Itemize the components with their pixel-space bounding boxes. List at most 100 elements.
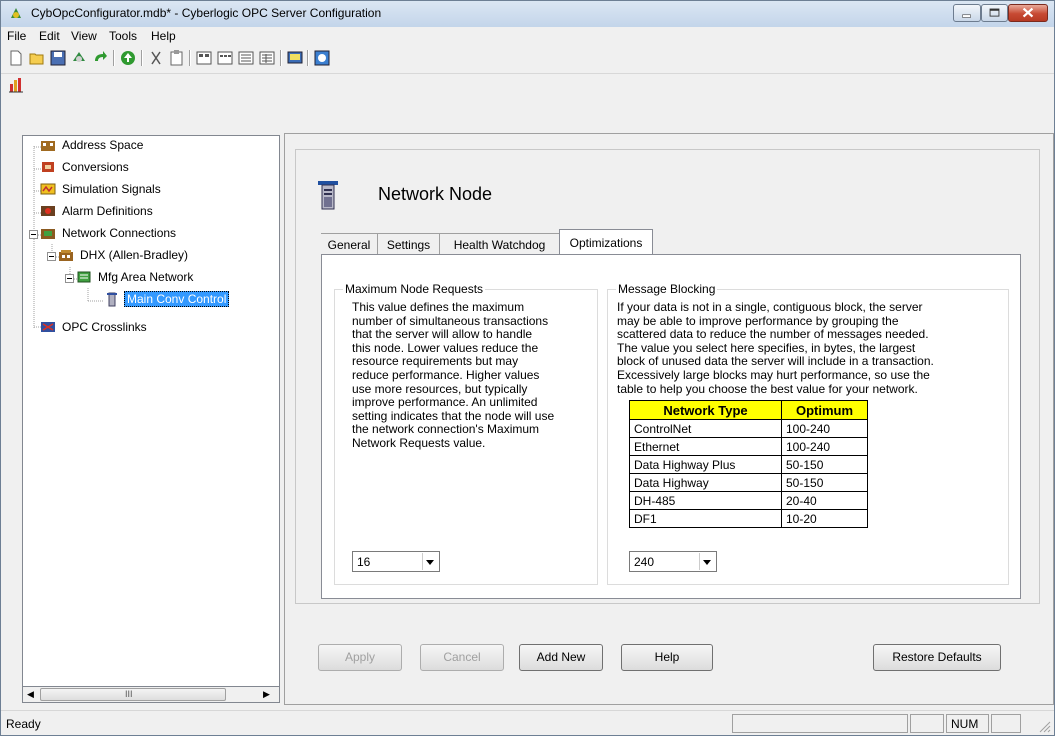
help-button[interactable]: Help <box>621 644 713 671</box>
expander-dhx[interactable] <box>47 252 56 261</box>
network-icon <box>77 271 91 283</box>
table-cell: 20-40 <box>781 491 868 510</box>
column-header: Optimum <box>781 400 868 420</box>
max-node-requests-description: This value defines the maximum number of… <box>352 300 555 450</box>
undo-icon[interactable] <box>91 49 109 67</box>
table-cell: Data Highway Plus <box>629 455 782 474</box>
view-list-icon[interactable] <box>237 49 255 67</box>
scroll-thumb[interactable]: III <box>40 688 226 701</box>
expander-mfg-area[interactable] <box>65 274 74 283</box>
table-cell: Data Highway <box>629 473 782 492</box>
table-cell: 100-240 <box>781 437 868 456</box>
add-new-button[interactable]: Add New <box>519 644 603 671</box>
table-cell: 50-150 <box>781 455 868 474</box>
scroll-right-icon[interactable]: ▶ <box>263 689 270 700</box>
link-icon[interactable] <box>70 49 88 67</box>
cut-icon[interactable] <box>147 49 165 67</box>
status-pane <box>991 714 1021 733</box>
table-row: Data Highway Plus 50-150 <box>629 455 868 474</box>
max-node-requests-group: Maximum Node Requests This value defines… <box>334 282 598 585</box>
maximize-button[interactable] <box>981 4 1008 22</box>
scroll-left-icon[interactable]: ◀ <box>27 689 34 700</box>
apply-button[interactable]: Apply <box>318 644 402 671</box>
status-text: Ready <box>6 717 41 731</box>
tree-item-label: DHX (Allen-Bradley) <box>80 248 189 262</box>
optimizations-panel: Maximum Node Requests This value defines… <box>321 254 1021 599</box>
message-blocking-description: If your data is not in a single, contigu… <box>617 300 934 396</box>
table-row: DF1 10-20 <box>629 509 868 528</box>
paste-icon[interactable] <box>168 49 186 67</box>
chevron-down-icon[interactable] <box>422 553 438 570</box>
minimize-icon <box>962 14 971 18</box>
table-row: ControlNet 100-240 <box>629 419 868 438</box>
menu-help[interactable]: Help <box>151 29 176 43</box>
max-node-requests-select[interactable]: 16 <box>352 551 440 572</box>
tree-horizontal-scrollbar[interactable]: ◀ III ▶ <box>22 686 280 703</box>
address-space-icon <box>41 141 55 151</box>
status-pane <box>732 714 908 733</box>
table-cell: ControlNet <box>629 419 782 438</box>
minimize-button[interactable] <box>953 4 981 22</box>
app-window: CybOpcConfigurator.mdb* - Cyberlogic OPC… <box>0 0 1055 736</box>
tab-optimizations[interactable]: Optimizations <box>559 229 653 255</box>
tree-view[interactable]: Address Space Conversions Simulation Sig… <box>22 135 280 703</box>
column-header: Network Type <box>629 400 782 420</box>
restore-defaults-button[interactable]: Restore Defaults <box>873 644 1001 671</box>
tab-general[interactable]: General <box>321 233 378 255</box>
table-row: Data Highway 50-150 <box>629 473 868 492</box>
menu-bar: File Edit View Tools Help <box>1 27 1054 45</box>
menu-view[interactable]: View <box>71 29 97 43</box>
table-row: Ethernet 100-240 <box>629 437 868 456</box>
simulation-icon <box>40 183 56 195</box>
conversions-icon <box>42 162 54 172</box>
view-small-icon[interactable] <box>216 49 234 67</box>
table-row: DH-485 20-40 <box>629 491 868 510</box>
chevron-down-icon[interactable] <box>699 553 715 570</box>
menu-edit[interactable]: Edit <box>39 29 60 43</box>
select-value: 240 <box>634 555 655 569</box>
close-icon <box>1022 7 1034 18</box>
tab-health-watchdog[interactable]: Health Watchdog <box>440 233 559 255</box>
resize-grip-icon[interactable] <box>1037 719 1051 733</box>
tree-item-label: OPC Crosslinks <box>62 320 147 334</box>
view-large-icon[interactable] <box>195 49 213 67</box>
select-value: 16 <box>357 555 371 569</box>
tree-item-label: Mfg Area Network <box>98 270 194 284</box>
monitor-icon[interactable] <box>286 49 304 67</box>
tree-item-label: Address Space <box>62 138 144 152</box>
table-cell: 50-150 <box>781 473 868 492</box>
title-bar[interactable]: CybOpcConfigurator.mdb* - Cyberlogic OPC… <box>1 1 1054 27</box>
status-num-indicator: NUM <box>946 714 989 733</box>
upload-icon[interactable] <box>119 49 137 67</box>
tab-settings[interactable]: Settings <box>378 233 440 255</box>
cancel-button[interactable]: Cancel <box>420 644 504 671</box>
num-lock-label: NUM <box>951 717 979 731</box>
status-bar: Ready NUM <box>1 710 1054 735</box>
menu-file[interactable]: File <box>7 29 26 43</box>
status-pane <box>910 714 944 733</box>
message-blocking-group: Message Blocking If your data is not in … <box>607 282 1009 585</box>
table-cell: 10-20 <box>781 509 868 528</box>
scroll-grip: III <box>125 689 133 699</box>
close-button[interactable] <box>1008 4 1048 22</box>
network-connections-icon <box>41 229 55 239</box>
chart-icon[interactable] <box>7 76 25 94</box>
open-folder-icon[interactable] <box>28 49 46 67</box>
properties-pane: Network Node General Settings Health Wat… <box>284 133 1054 705</box>
new-icon[interactable] <box>7 49 25 67</box>
app-icon <box>11 8 21 18</box>
message-blocking-select[interactable]: 240 <box>629 551 717 572</box>
tree-item-label: Simulation Signals <box>62 182 161 196</box>
dhx-icon <box>59 250 73 261</box>
group-legend: Message Blocking <box>616 282 718 296</box>
table-cell: DH-485 <box>629 491 782 510</box>
maximize-icon <box>989 8 1000 17</box>
table-cell: DF1 <box>629 509 782 528</box>
tree-item-label: Alarm Definitions <box>62 204 153 218</box>
menu-tools[interactable]: Tools <box>109 29 137 43</box>
view-details-icon[interactable] <box>258 49 276 67</box>
toolbar-secondary <box>1 73 1054 98</box>
expander-network-connections[interactable] <box>29 230 38 239</box>
save-icon[interactable] <box>49 49 67 67</box>
help-icon[interactable] <box>313 49 331 67</box>
